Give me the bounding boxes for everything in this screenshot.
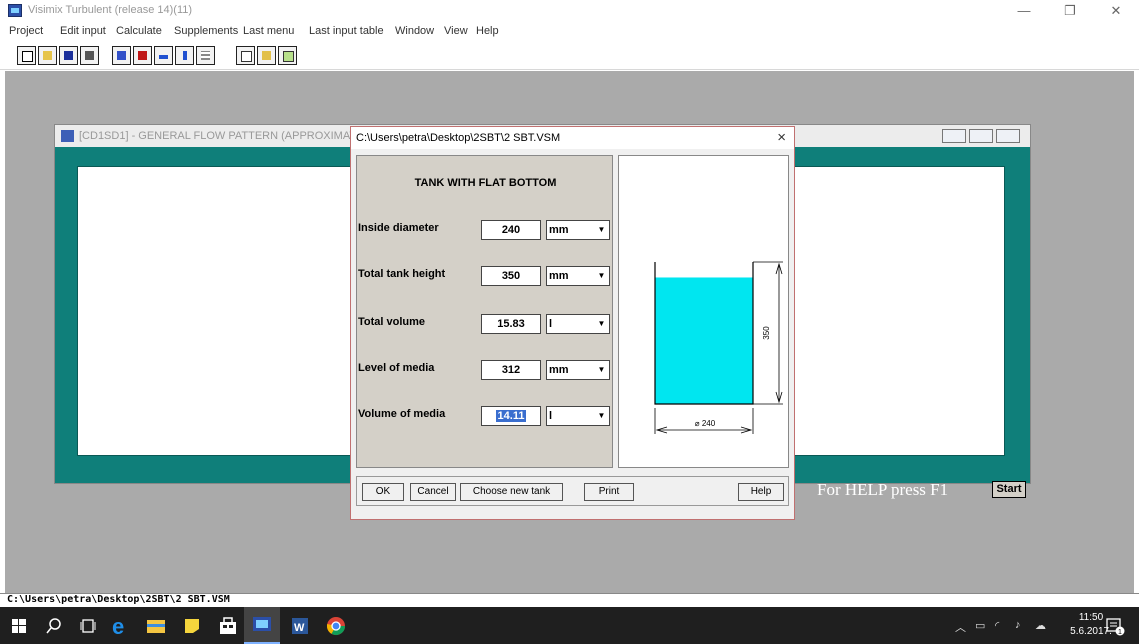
- sticky-notes-icon[interactable]: [182, 616, 202, 636]
- tank-dialog: C:\Users\petra\Desktop\2SBT\2 SBT.VSM × …: [350, 126, 795, 520]
- dialog-button-bar: OK Cancel Choose new tank Print Help: [356, 476, 789, 506]
- diameter-label: ⌀ 240: [695, 419, 716, 428]
- cancel-button[interactable]: Cancel: [410, 483, 456, 501]
- minimize-icon[interactable]: —: [1001, 0, 1047, 22]
- level-of-media-unit-select[interactable]: mm ▼: [546, 360, 610, 380]
- inside-diameter-input[interactable]: 240: [481, 220, 541, 240]
- menu-supplements[interactable]: Supplements: [174, 25, 238, 37]
- status-file-path: C:\Users\petra\Desktop\2SBT\2 SBT.VSM: [7, 594, 230, 605]
- tank-diagram: 350 ⌀ 240: [654, 261, 783, 434]
- open-icon[interactable]: [38, 46, 57, 65]
- child-close-icon[interactable]: [996, 129, 1020, 143]
- app-title: Visimix Turbulent (release 14)(11): [28, 4, 193, 16]
- action-center-icon[interactable]: 1: [1105, 616, 1125, 636]
- ok-button[interactable]: OK: [362, 483, 404, 501]
- chrome-icon[interactable]: [326, 616, 346, 636]
- menu-window[interactable]: Window: [395, 25, 434, 37]
- visimix-taskbar-button[interactable]: [244, 607, 280, 644]
- file-explorer-icon[interactable]: [146, 616, 166, 636]
- print-button[interactable]: Print: [584, 483, 634, 501]
- chevron-up-icon[interactable]: ︿: [955, 619, 966, 635]
- flow-icon[interactable]: [154, 46, 173, 65]
- height-label: 350: [762, 326, 771, 340]
- wifi-icon[interactable]: ◜: [995, 619, 999, 632]
- inside-diameter-label: Inside diameter: [358, 222, 439, 234]
- menu-last-menu[interactable]: Last menu: [243, 25, 294, 37]
- inside-diameter-unit-select[interactable]: mm ▼: [546, 220, 610, 240]
- dialog-title: C:\Users\petra\Desktop\2SBT\2 SBT.VSM: [356, 132, 561, 144]
- chevron-down-icon: ▼: [597, 225, 606, 234]
- total-tank-height-label: Total tank height: [358, 268, 446, 280]
- volume-of-media-label: Volume of media: [358, 408, 446, 420]
- dialog-titlebar: C:\Users\petra\Desktop\2SBT\2 SBT.VSM ×: [351, 127, 794, 149]
- child-window-title: [CD1SD1] - GENERAL FLOW PATTERN (APPROXI…: [79, 130, 368, 142]
- total-tank-height-unit-select[interactable]: mm ▼: [546, 266, 610, 286]
- new-icon[interactable]: [17, 46, 36, 65]
- help-button[interactable]: Help: [738, 483, 784, 501]
- task-view-icon[interactable]: [80, 619, 96, 633]
- table-icon[interactable]: [196, 46, 215, 65]
- start-button[interactable]: Start: [992, 481, 1026, 498]
- tank-diagram-panel: 350 ⌀ 240: [618, 155, 789, 468]
- menu-last-input-table[interactable]: Last input table: [309, 25, 384, 37]
- volume-of-media-unit-select[interactable]: l ▼: [546, 406, 610, 426]
- tank-parameters-panel: TANK WITH FLAT BOTTOM Inside diameter 24…: [356, 155, 613, 468]
- level-of-media-input[interactable]: 312: [481, 360, 541, 380]
- close-icon[interactable]: ✕: [1093, 0, 1139, 22]
- search-icon[interactable]: [46, 618, 62, 634]
- input-table-icon[interactable]: [278, 46, 297, 65]
- store-icon[interactable]: [218, 616, 238, 636]
- child-window-controls: [942, 129, 1024, 144]
- chevron-down-icon: ▼: [597, 271, 606, 280]
- save-icon[interactable]: [59, 46, 78, 65]
- volume-of-media-input[interactable]: 14.11: [481, 406, 541, 426]
- media-fill: [655, 277, 753, 404]
- menu-edit-input[interactable]: Edit input: [60, 25, 106, 37]
- child-window-icon: [61, 130, 74, 142]
- total-volume-unit-select[interactable]: l ▼: [546, 314, 610, 334]
- total-volume-label: Total volume: [358, 316, 426, 328]
- tank-type-heading: TANK WITH FLAT BOTTOM: [414, 177, 557, 189]
- dialog-close-icon[interactable]: ×: [777, 129, 786, 146]
- status-bar: C:\Users\petra\Desktop\2SBT\2 SBT.VSM: [0, 593, 1139, 607]
- child-minimize-icon[interactable]: [942, 129, 966, 143]
- windows-start-icon[interactable]: [12, 619, 26, 633]
- level-of-media-label: Level of media: [358, 362, 435, 374]
- svg-text:W: W: [294, 622, 305, 634]
- child-restore-icon[interactable]: [969, 129, 993, 143]
- word-icon[interactable]: W: [290, 616, 310, 636]
- network-icon[interactable]: ▭: [975, 619, 985, 632]
- help-hint: For HELP press F1: [817, 480, 949, 499]
- arrow-icon[interactable]: [257, 46, 276, 65]
- tile-icon[interactable]: [236, 46, 255, 65]
- menu-project[interactable]: Project: [9, 25, 43, 37]
- menu-help[interactable]: Help: [476, 25, 499, 37]
- visimix-icon: [253, 617, 271, 631]
- tank-icon[interactable]: [112, 46, 131, 65]
- onedrive-icon[interactable]: ☁: [1035, 619, 1046, 632]
- menu-view[interactable]: View: [444, 25, 468, 37]
- taskbar: e W ︿ ▭ ◜ ♪ ☁ 11:50 5.6.2017. 1: [0, 607, 1139, 644]
- toolbar: [0, 40, 1139, 70]
- menu-bar: Project Edit input Calculate Supplements…: [0, 22, 1139, 40]
- menu-calculate[interactable]: Calculate: [116, 25, 162, 37]
- print-icon[interactable]: [80, 46, 99, 65]
- svg-text:e: e: [112, 616, 124, 636]
- notification-count: 1: [1118, 629, 1122, 636]
- chevron-down-icon: ▼: [597, 365, 606, 374]
- total-volume-input[interactable]: 15.83: [481, 314, 541, 334]
- chevron-down-icon: ▼: [597, 319, 606, 328]
- baffle-icon[interactable]: [133, 46, 152, 65]
- volume-icon[interactable]: ♪: [1015, 619, 1021, 631]
- choose-new-tank-button[interactable]: Choose new tank: [460, 483, 563, 501]
- visimix-app-icon: [8, 4, 22, 17]
- edge-icon[interactable]: e: [110, 616, 130, 636]
- chevron-down-icon: ▼: [597, 411, 606, 420]
- total-tank-height-input[interactable]: 350: [481, 266, 541, 286]
- tube-icon[interactable]: [175, 46, 194, 65]
- app-titlebar: Visimix Turbulent (release 14)(11) — ❐ ✕: [0, 0, 1139, 22]
- restore-icon[interactable]: ❐: [1047, 0, 1093, 22]
